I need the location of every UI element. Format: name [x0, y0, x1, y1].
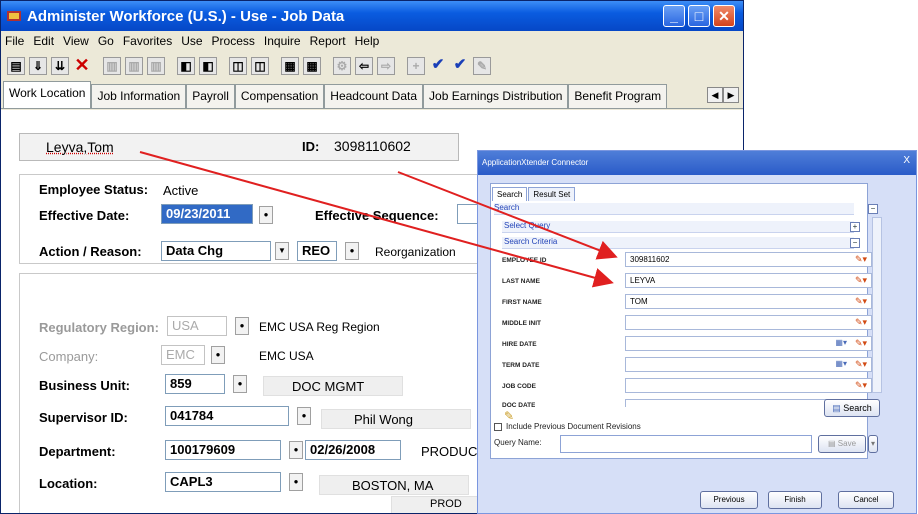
mapping-arrows: [139, 151, 618, 288]
id-to-employeeid-arrow: [397, 171, 618, 260]
name-to-lastname-arrow: [139, 151, 614, 288]
